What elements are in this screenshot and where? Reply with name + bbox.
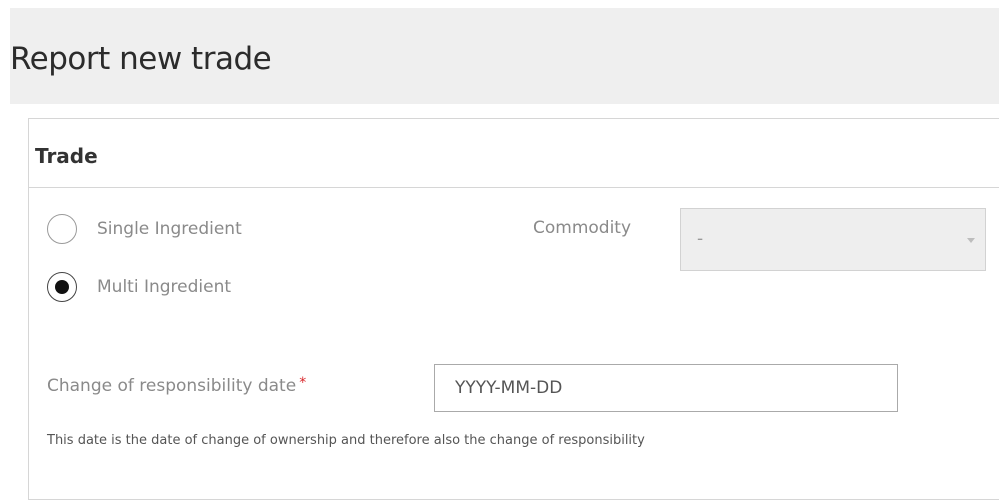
commodity-select[interactable]: - — [680, 208, 986, 271]
multi-ingredient-radio[interactable] — [47, 272, 77, 302]
commodity-label: Commodity — [533, 218, 632, 238]
trade-panel-heading: Trade — [29, 119, 999, 188]
page-header: Report new trade — [10, 8, 999, 104]
trade-panel-title: Trade — [35, 144, 98, 168]
single-ingredient-radio[interactable] — [47, 214, 77, 244]
single-ingredient-label[interactable]: Single Ingredient — [97, 219, 242, 239]
responsibility-date-input[interactable] — [434, 364, 898, 412]
required-marker: * — [299, 375, 307, 391]
multi-ingredient-option[interactable]: Multi Ingredient — [47, 272, 231, 302]
responsibility-date-label-text: Change of responsibility date — [47, 376, 297, 396]
single-ingredient-option[interactable]: Single Ingredient — [47, 214, 242, 244]
chevron-down-icon — [967, 238, 975, 243]
page-title: Report new trade — [10, 40, 272, 77]
commodity-selected-value: - — [697, 229, 704, 249]
responsibility-date-label: Change of responsibility date * — [47, 375, 307, 396]
responsibility-date-help-text: This date is the date of change of owner… — [47, 433, 645, 448]
multi-ingredient-label[interactable]: Multi Ingredient — [97, 277, 231, 297]
